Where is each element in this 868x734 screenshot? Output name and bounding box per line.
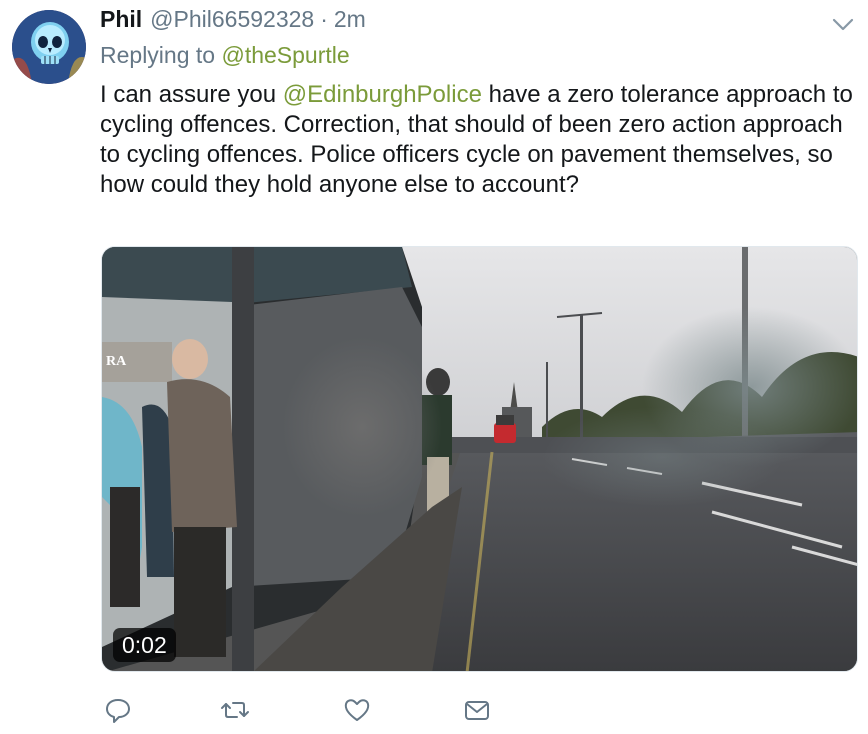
video-frame: RA [102, 247, 857, 671]
reply-icon[interactable] [103, 695, 133, 725]
tweet-actions [100, 695, 500, 725]
tweet-header: Phil @Phil66592328 · 2m [100, 6, 366, 36]
skull-avatar-image [12, 10, 86, 84]
author-name[interactable]: Phil [100, 6, 142, 33]
video-duration-badge: 0:02 [113, 628, 176, 662]
retweet-icon[interactable] [220, 695, 250, 725]
replying-to-mention[interactable]: @theSpurtle [221, 42, 349, 68]
like-icon[interactable] [342, 695, 372, 725]
timestamp[interactable]: 2m [334, 6, 366, 33]
shop-sign-text: RA [106, 354, 127, 369]
direct-message-icon[interactable] [462, 695, 492, 725]
author-handle[interactable]: @Phil66592328 [150, 6, 314, 33]
avatar[interactable] [12, 10, 86, 84]
video-player[interactable]: RA [101, 246, 858, 672]
replying-to-line: Replying to @theSpurtle [100, 42, 350, 69]
tweet-text-start: I can assure you [100, 81, 283, 108]
replying-prefix: Replying to [100, 42, 222, 68]
tweet-mention[interactable]: @EdinburghPolice [283, 81, 482, 108]
header-separator: · [320, 6, 328, 32]
chevron-down-icon[interactable] [832, 18, 854, 32]
tweet-text: I can assure you @EdinburghPolice have a… [100, 80, 860, 200]
